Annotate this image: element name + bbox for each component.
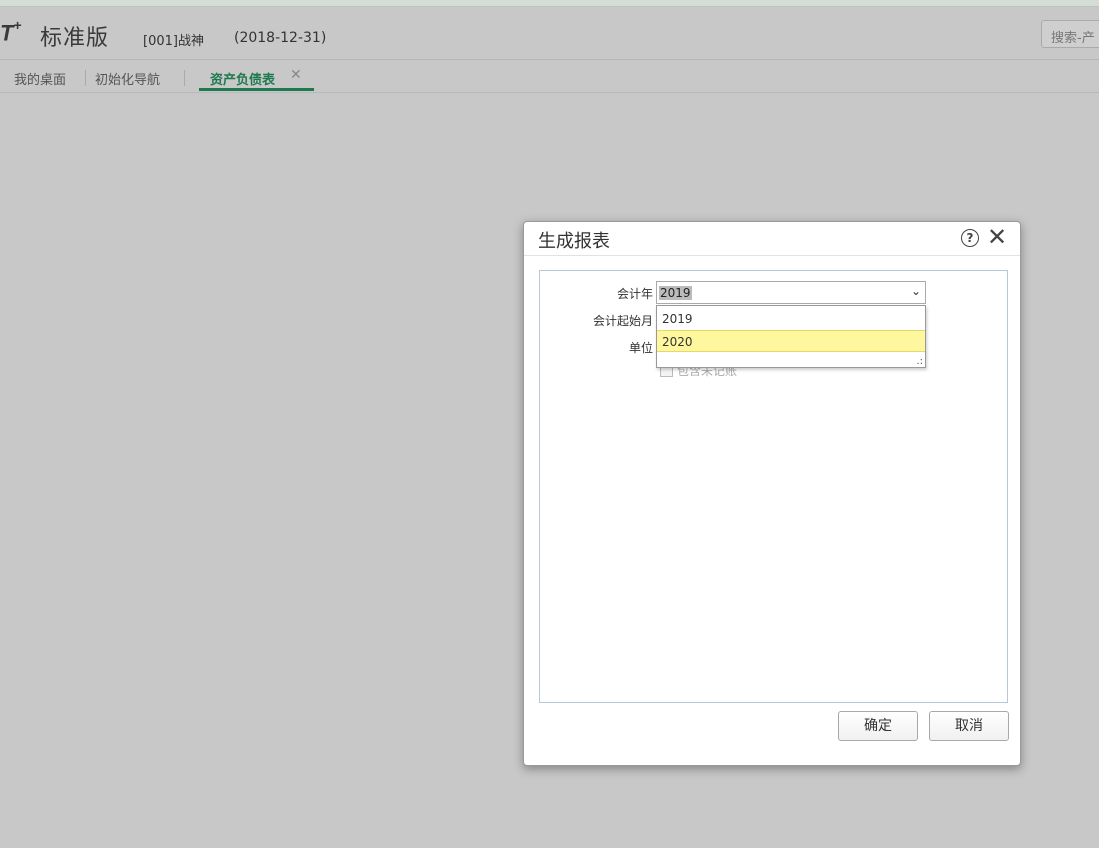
search-input[interactable]: 搜索-产 [1041, 20, 1099, 48]
resize-grip-icon[interactable]: .: [916, 356, 923, 367]
tab-close-icon[interactable]: ✕ [290, 67, 302, 83]
dialog-title: 生成报表 [538, 231, 610, 252]
ok-button[interactable]: 确定 [838, 711, 918, 741]
cancel-button[interactable]: 取消 [929, 711, 1009, 741]
year-option-2020[interactable]: 2020 [657, 330, 925, 352]
login-date: (2018-12-31) [234, 30, 327, 46]
unit-label: 单位 [628, 341, 653, 355]
close-icon[interactable]: ✕ [987, 223, 1007, 251]
tab-balance-sheet[interactable]: 资产负债表 [210, 69, 275, 88]
tab-init-navigation[interactable]: 初始化导航 [95, 69, 160, 88]
year-label: 会计年 [616, 287, 653, 301]
generate-report-dialog: 生成报表 ? ✕ 会计年 会计起始月 单位 包含未记账 2019 ⌄ 2019 … [523, 221, 1021, 766]
app-logo: T+ [0, 17, 22, 46]
year-dropdown-list: 2019 2020 .: [656, 305, 926, 368]
top-strip [0, 0, 1099, 7]
start-month-label: 会计起始月 [592, 314, 653, 328]
dialog-header-divider [524, 255, 1020, 256]
company-name: [001]战神 [143, 34, 204, 49]
form-panel: 会计年 会计起始月 单位 包含未记账 2019 ⌄ 2019 2020 .: [539, 270, 1008, 703]
year-select[interactable]: 2019 ⌄ [656, 281, 926, 304]
chevron-down-icon: ⌄ [910, 284, 921, 298]
help-icon[interactable]: ? [961, 229, 979, 247]
tab-bar: 我的桌面 初始化导航 资产负债表 [0, 60, 1099, 93]
tab-my-desktop[interactable]: 我的桌面 [14, 69, 66, 88]
tab-separator [85, 70, 86, 86]
edition-title: 标准版 [40, 26, 110, 51]
app-header: T+ 标准版 [001]战神 (2018-12-31) 搜索-产 [0, 7, 1099, 60]
active-tab-indicator [199, 88, 314, 91]
tab-separator [184, 70, 185, 86]
year-option-2019[interactable]: 2019 [657, 308, 925, 330]
year-select-value: 2019 [659, 286, 692, 300]
